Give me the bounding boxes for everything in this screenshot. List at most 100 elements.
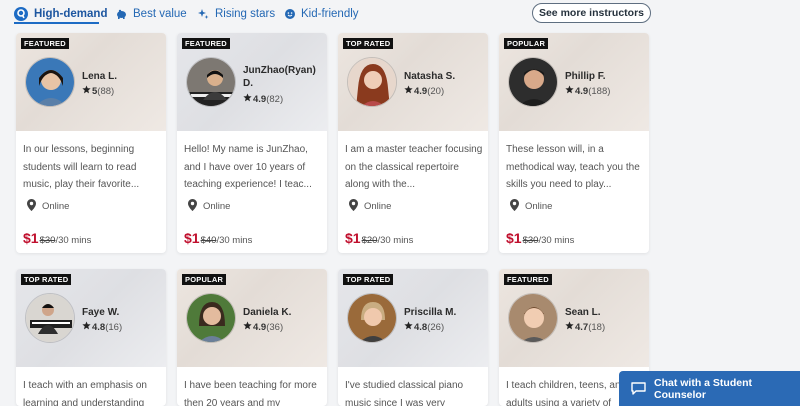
instructor-price: $1 $20 /30 mins <box>345 230 413 246</box>
instructor-description: Hello! My name is JunZhao, and I have ov… <box>184 144 312 190</box>
rating-score: 4.8 <box>92 321 106 333</box>
avatar[interactable] <box>186 293 236 343</box>
review-count: (16) <box>105 321 123 333</box>
location-label: Online <box>364 201 392 212</box>
original-price: $30 <box>39 235 56 246</box>
instructor-badge: POPULAR <box>182 274 227 285</box>
instructor-badge: FEATURED <box>21 38 69 49</box>
instructor-rating: 4.9 (20) <box>404 85 444 97</box>
instructor-card[interactable]: FEATURED Lena L. 5 (88) In our lessons, b… <box>16 33 166 253</box>
original-price: $40 <box>200 235 217 246</box>
current-price: $1 <box>506 230 522 246</box>
star-icon <box>243 321 252 333</box>
price-duration: /30 mins <box>377 235 414 246</box>
avatar[interactable] <box>347 293 397 343</box>
location-pin-icon <box>510 199 519 214</box>
avatar[interactable] <box>186 57 236 107</box>
star-icon <box>565 321 574 333</box>
instructor-price: $1 $30 /30 mins <box>23 230 91 246</box>
instructor-rating: 4.7 (18) <box>565 321 605 333</box>
avatar[interactable] <box>508 57 558 107</box>
original-price: $30 <box>522 235 539 246</box>
instructor-name[interactable]: Lena L. <box>82 70 117 83</box>
review-count: (26) <box>427 321 445 333</box>
instructor-badge: TOP RATED <box>343 274 394 285</box>
instructor-description: These lesson will, in a methodical way, … <box>506 144 640 190</box>
instructor-card[interactable]: POPULAR Phillip F. 4.9 (188) These lesson… <box>499 33 649 253</box>
instructor-badge: POPULAR <box>504 38 549 49</box>
card-header: FEATURED Sean L. 4.7 (18) <box>499 269 649 367</box>
card-header: TOP RATED Natasha S. 4.9 (20) <box>338 33 488 131</box>
instructor-description: I've studied classical piano music since… <box>345 380 464 406</box>
instructor-name[interactable]: Phillip F. <box>565 70 606 83</box>
instructor-badge: TOP RATED <box>21 274 72 285</box>
instructor-description: I am a master teacher focusing on the cl… <box>345 144 483 190</box>
chat-with-counselor-button[interactable]: Chat with a Student Counselor <box>619 371 800 406</box>
tab-label: Rising stars <box>215 8 276 20</box>
avatar[interactable] <box>508 293 558 343</box>
active-tab-indicator <box>14 22 99 24</box>
instructor-location: Online <box>27 199 69 214</box>
instructor-description: I have been teaching for more then 20 ye… <box>184 380 317 406</box>
instructor-card[interactable]: TOP RATED Natasha S. 4.9 (20) I am a mast… <box>338 33 488 253</box>
star-icon <box>243 93 252 105</box>
location-label: Online <box>525 201 553 212</box>
rating-score: 4.9 <box>253 321 267 333</box>
instructor-card[interactable]: POPULAR Daniela K. 4.9 (36) I have been t… <box>177 269 327 406</box>
instructor-name[interactable]: Natasha S. <box>404 70 455 83</box>
tab-label: Kid-friendly <box>301 8 359 20</box>
instructor-rating: 4.9 (36) <box>243 321 283 333</box>
star-icon <box>404 85 413 97</box>
instructor-location: Online <box>188 199 230 214</box>
tab-best-value[interactable]: Best value <box>116 5 187 23</box>
star-icon <box>565 85 574 97</box>
location-label: Online <box>42 201 70 212</box>
rating-score: 4.9 <box>575 85 589 97</box>
tab-rising-stars[interactable]: Rising stars <box>198 5 275 23</box>
instructor-location: Online <box>349 199 391 214</box>
tab-kid-friendly[interactable]: Kid-friendly <box>285 5 359 23</box>
instructor-card[interactable]: FEATURED JunZhao(Ryan) D. 4.9 (82) Hello!… <box>177 33 327 253</box>
card-header: TOP RATED Faye W. 4.8 (16) <box>16 269 166 367</box>
instructor-card[interactable]: TOP RATED Priscilla M. 4.8 (26) I've stud… <box>338 269 488 406</box>
star-icon <box>82 85 91 97</box>
tab-label: Best value <box>133 8 187 20</box>
review-count: (18) <box>588 321 606 333</box>
instructor-name[interactable]: Priscilla M. <box>404 306 456 319</box>
current-price: $1 <box>184 230 200 246</box>
star-icon <box>404 321 413 333</box>
instructor-badge: FEATURED <box>504 274 552 285</box>
price-duration: /30 mins <box>216 235 253 246</box>
chat-bubble-icon <box>631 382 646 395</box>
instructor-name[interactable]: Faye W. <box>82 306 119 319</box>
avatar[interactable] <box>25 293 75 343</box>
instructor-name[interactable]: Sean L. <box>565 306 601 319</box>
instructor-name[interactable]: Daniela K. <box>243 306 291 319</box>
location-pin-icon <box>27 199 36 214</box>
piggy-bank-icon <box>116 9 127 19</box>
instructor-name[interactable]: JunZhao(Ryan) D. <box>243 64 323 90</box>
instructor-location: Online <box>510 199 552 214</box>
category-tabs: High-demand Best value Rising stars Kid-… <box>0 0 800 26</box>
price-duration: /30 mins <box>538 235 575 246</box>
rating-score: 4.8 <box>414 321 428 333</box>
avatar[interactable] <box>25 57 75 107</box>
card-header: POPULAR Phillip F. 4.9 (188) <box>499 33 649 131</box>
see-more-instructors-button[interactable]: See more instructors <box>532 3 651 23</box>
review-count: (20) <box>427 85 445 97</box>
instructor-card[interactable]: TOP RATED Faye W. 4.8 (16) I teach with a… <box>16 269 166 406</box>
instructor-badge: TOP RATED <box>343 38 394 49</box>
sparkle-icon <box>198 8 209 20</box>
rating-score: 4.7 <box>575 321 589 333</box>
review-count: (36) <box>266 321 284 333</box>
rating-score: 4.9 <box>253 93 267 105</box>
location-pin-icon <box>188 199 197 214</box>
instructor-badge: FEATURED <box>182 38 230 49</box>
tab-high-demand[interactable]: High-demand <box>14 5 107 23</box>
instructor-rating: 5 (88) <box>82 85 114 97</box>
instructor-description: In our lessons, beginning students will … <box>23 144 140 190</box>
avatar[interactable] <box>347 57 397 107</box>
card-header: TOP RATED Priscilla M. 4.8 (26) <box>338 269 488 367</box>
instructor-description: I teach with an emphasis on learning and… <box>23 380 147 406</box>
card-header: FEATURED JunZhao(Ryan) D. 4.9 (82) <box>177 33 327 131</box>
